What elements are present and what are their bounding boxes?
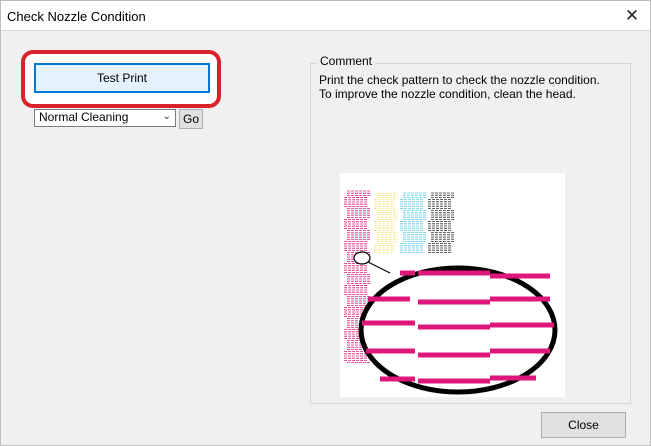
magnifier-small-circle — [353, 251, 371, 265]
cleaning-type-value: Normal Cleaning — [39, 110, 129, 124]
go-button[interactable]: Go — [179, 109, 203, 129]
title-bar: Check Nozzle Condition ✕ — [1, 1, 650, 31]
title-divider — [1, 30, 650, 31]
magnified-ellipse — [358, 265, 558, 395]
comment-text: Print the check pattern to check the noz… — [319, 73, 600, 101]
magnifier-connector — [367, 261, 391, 274]
nozzle-pattern-illustration — [344, 190, 558, 395]
window-title: Check Nozzle Condition — [7, 9, 146, 24]
close-icon[interactable]: ✕ — [622, 6, 642, 26]
cyan-column — [400, 192, 426, 253]
comment-legend: Comment — [317, 54, 376, 68]
dialog-window: Check Nozzle Condition ✕ Test Print Norm… — [0, 0, 651, 446]
test-print-button[interactable]: Test Print — [34, 63, 210, 93]
close-button[interactable]: Close — [541, 412, 626, 438]
chevron-down-icon: ⌄ — [162, 111, 171, 122]
comment-line-2: To improve the nozzle condition, clean t… — [319, 87, 576, 101]
nozzle-check-pattern — [340, 173, 565, 397]
comment-line-1: Print the check pattern to check the noz… — [319, 73, 600, 87]
cleaning-type-select[interactable]: Normal Cleaning ⌄ — [34, 109, 176, 127]
yellow-column — [374, 192, 398, 253]
black-column — [428, 192, 454, 253]
